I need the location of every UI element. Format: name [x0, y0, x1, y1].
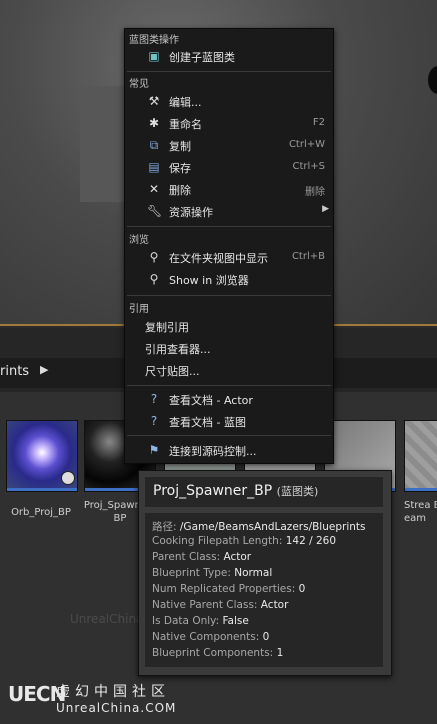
asset-type-bar — [7, 488, 77, 491]
viewport-object — [428, 66, 437, 94]
watermark-faint: UnrealChina — [70, 612, 144, 626]
submenu-arrow-icon: ▶ — [322, 204, 329, 214]
tooltip-body: 路径: /Game/BeamsAndLazers/Blueprints Cook… — [145, 513, 383, 667]
menu-item-label: 复制 — [169, 140, 191, 153]
help-icon: ? — [150, 414, 158, 428]
menu-item-duplicate[interactable]: ⧉ 复制 Ctrl+W — [127, 135, 331, 155]
menu-item-size-map[interactable]: 尺寸贴图... — [127, 360, 331, 380]
menu-section-header: 引用 — [129, 304, 149, 315]
menu-item-delete[interactable]: ✕ 删除 删除 — [127, 179, 331, 199]
menu-item-docs-actor[interactable]: ? 查看文档 - Actor — [127, 389, 331, 409]
hammer-icon: ⚒ — [148, 94, 160, 108]
menu-item-reference-viewer[interactable]: 引用查看器... — [127, 338, 331, 358]
tooltip-row: Blueprint Components: 1 — [152, 647, 284, 659]
menu-item-label: 资源操作 — [169, 206, 213, 219]
asset-name: Orb_Proj_BP — [11, 507, 71, 518]
asset-thumbnail-orb-proj-bp[interactable] — [6, 420, 78, 492]
tooltip-row: Num Replicated Properties: 0 — [152, 583, 306, 595]
tooltip-title: Proj_Spawner_BP (蓝图类) — [153, 483, 319, 499]
tooltip-row: Cooking Filepath Length: 142 / 260 — [152, 535, 337, 547]
menu-item-label: 尺寸贴图... — [145, 365, 200, 378]
menu-item-rename[interactable]: ✱ 重命名 F2 — [127, 113, 331, 133]
menu-separator — [127, 71, 331, 72]
sphere-icon — [61, 471, 75, 485]
watermark-cn-text: 虚幻中国社区 — [56, 684, 170, 700]
menu-item-label: 重命名 — [169, 118, 202, 131]
menu-item-label: 查看文档 - 蓝图 — [169, 416, 246, 429]
tooltip-row: Is Data Only: False — [152, 615, 249, 627]
asset-name: Strea Beam — [404, 500, 437, 524]
menu-item-show-in-browser[interactable]: ⚲ Show in 浏览器 — [127, 269, 331, 289]
save-icon: ▤ — [148, 160, 160, 174]
asset-type-bar — [405, 488, 437, 491]
help-icon: ? — [150, 392, 158, 406]
menu-item-label: 连接到源码控制... — [169, 445, 257, 458]
path-breadcrumb[interactable]: rints — [0, 364, 29, 379]
watermark-en-text: UnrealChina.COM — [56, 701, 177, 715]
source-control-icon: ⚑ — [148, 443, 160, 457]
menu-item-label: Show in 浏览器 — [169, 274, 249, 287]
delete-icon: ✕ — [148, 182, 160, 196]
menu-separator — [127, 226, 331, 227]
asset-context-menu: 蓝图类操作 ▣ 创建子蓝图类 常见 ⚒ 编辑... ✱ 重命名 F2 ⧉ 复制 … — [124, 28, 334, 464]
asset-tooltip: Proj_Spawner_BP (蓝图类) 路径: /Game/BeamsAnd… — [138, 470, 392, 676]
menu-item-shortcut: 删除 — [305, 187, 325, 198]
menu-item-docs-blueprint[interactable]: ? 查看文档 - 蓝图 — [127, 411, 331, 431]
tooltip-row: Blueprint Type: Normal — [152, 567, 273, 579]
menu-item-asset-actions[interactable]: 🔧︎ 资源操作 ▶ — [127, 201, 331, 221]
menu-item-shortcut: F2 — [312, 117, 325, 128]
menu-separator — [127, 435, 331, 436]
menu-separator — [127, 385, 331, 386]
menu-item-save[interactable]: ▤ 保存 Ctrl+S — [127, 157, 331, 177]
magnifier-icon: ⚲ — [149, 250, 159, 264]
menu-item-label: 引用查看器... — [145, 343, 211, 356]
menu-item-shortcut: Ctrl+S — [292, 161, 325, 172]
menu-section-header: 蓝图类操作 — [129, 35, 179, 46]
menu-item-label: 在文件夹视图中显示 — [169, 252, 268, 265]
menu-item-shortcut: Ctrl+W — [288, 139, 325, 150]
menu-item-label: 删除 — [169, 184, 191, 197]
magnifier-icon: ⚲ — [149, 272, 159, 286]
menu-item-label: 保存 — [169, 162, 191, 175]
tooltip-row: Native Components: 0 — [152, 631, 270, 643]
tooltip-row: 路径: /Game/BeamsAndLazers/Blueprints — [152, 521, 366, 533]
breadcrumb-arrow-icon[interactable]: ▶ — [40, 363, 48, 376]
menu-item-label: 复制引用 — [145, 321, 189, 334]
menu-separator — [127, 295, 331, 296]
menu-item-copy-reference[interactable]: 复制引用 — [127, 316, 331, 336]
menu-item-label: 编辑... — [169, 96, 202, 109]
asset-thumbnail-stream-beam[interactable] — [404, 420, 437, 492]
menu-item-label: 创建子蓝图类 — [169, 51, 235, 64]
tooltip-row: Native Parent Class: Actor — [152, 599, 289, 611]
menu-item-shortcut: Ctrl+B — [291, 251, 325, 262]
menu-section-header: 浏览 — [129, 235, 149, 246]
tooltip-header: Proj_Spawner_BP (蓝图类) — [145, 477, 383, 507]
menu-item-connect-source-control[interactable]: ⚑ 连接到源码控制... — [127, 440, 331, 460]
menu-item-label: 查看文档 - Actor — [169, 394, 253, 407]
tooltip-row: Parent Class: Actor — [152, 551, 252, 563]
blueprint-child-icon: ▣ — [148, 49, 160, 63]
menu-item-show-in-folder-view[interactable]: ⚲ 在文件夹视图中显示 Ctrl+B — [127, 247, 331, 267]
rename-icon: ✱ — [148, 116, 160, 130]
menu-section-header: 常见 — [129, 79, 149, 90]
wrench-icon: 🔧︎ — [147, 204, 163, 218]
menu-item-create-child-blueprint[interactable]: ▣ 创建子蓝图类 — [127, 46, 331, 66]
duplicate-icon: ⧉ — [149, 138, 159, 152]
menu-item-edit[interactable]: ⚒ 编辑... — [127, 91, 331, 111]
